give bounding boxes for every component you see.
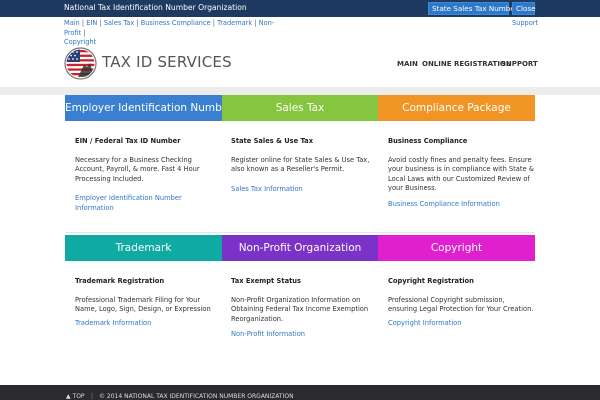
breadcrumb-main[interactable]: Main [64, 19, 80, 27]
breadcrumb-separator: | [99, 19, 102, 27]
section-body: Register online for State Sales & Use Ta… [231, 155, 370, 174]
business-compliance-information-link[interactable]: Business Compliance Information [388, 200, 500, 208]
arrow-up-icon: ▲ [66, 393, 71, 400]
breadcrumb-separator: | [212, 19, 216, 27]
section-tax-exempt: Tax Exempt Status Non-Profit Organizatio… [231, 277, 377, 340]
breadcrumb-business-compliance[interactable]: Business Compliance [141, 19, 211, 27]
section-body: Necessary for a Business Checking Accoun… [75, 155, 200, 183]
ein-information-link[interactable]: Employer Identification Number Informati… [75, 194, 182, 212]
tile-sales-tax[interactable]: Sales Tax [222, 95, 378, 121]
nav-online-registration[interactable]: ONLINE REGISTRATION [422, 60, 512, 68]
service-tiles-row: Employer Identification Number Sales Tax… [65, 95, 535, 121]
breadcrumb-separator: | [136, 19, 139, 27]
site-title: National Tax Identification Number Organ… [64, 3, 247, 12]
breadcrumb-trademark[interactable]: Trademark [217, 19, 252, 27]
section-heading: State Sales & Use Tax [231, 137, 314, 145]
breadcrumb: Main | EIN | Sales Tax | Business Compli… [64, 19, 284, 48]
non-profit-information-link[interactable]: Non-Profit Information [231, 330, 305, 338]
section-body: Professional Copyright submission, ensur… [388, 295, 534, 314]
sales-tax-information-link[interactable]: Sales Tax Information [231, 185, 303, 193]
nav-main[interactable]: MAIN [397, 60, 418, 68]
section-ein: EIN / Federal Tax ID Number Necessary fo… [75, 137, 221, 214]
breadcrumb-copyright[interactable]: Copyright [64, 38, 96, 46]
nav-support[interactable]: SUPPORT [501, 60, 538, 68]
header-divider [0, 87, 600, 95]
section-heading: Trademark Registration [75, 277, 165, 285]
tile-compliance-package[interactable]: Compliance Package [378, 95, 535, 121]
logo-text: TAX ID SERVICES [102, 53, 232, 71]
state-sales-tax-button[interactable]: State Sales Tax Number [428, 2, 518, 15]
service-tiles-row: Trademark Non-Profit Organization Copyri… [65, 235, 535, 261]
section-heading: Tax Exempt Status [231, 277, 302, 285]
footer: ▲ TOP | © 2014 NATIONAL TAX IDENTIFICATI… [0, 385, 600, 400]
section-heading: EIN / Federal Tax ID Number [75, 137, 181, 145]
site-logo[interactable]: TAX ID SERVICES [64, 47, 232, 80]
footer-copyright: © 2014 NATIONAL TAX IDENTIFICATION NUMBE… [99, 393, 294, 400]
tile-copyright[interactable]: Copyright [378, 235, 535, 261]
section-body: Avoid costly fines and penalty fees. Ens… [388, 155, 534, 193]
top-bar: National Tax Identification Number Organ… [0, 0, 600, 17]
tile-trademark[interactable]: Trademark [65, 235, 222, 261]
back-to-top-label: TOP [72, 393, 85, 400]
breadcrumb-separator: | [81, 19, 85, 27]
copyright-information-link[interactable]: Copyright Information [388, 319, 462, 327]
section-business-compliance: Business Compliance Avoid costly fines a… [388, 137, 534, 210]
support-link[interactable]: Support [512, 19, 538, 27]
section-body: Non-Profit Organization Information on O… [231, 295, 369, 323]
section-trademark: Trademark Registration Professional Trad… [75, 277, 221, 328]
section-body: Professional Trademark Filing for Your N… [75, 295, 211, 314]
section-heading: Copyright Registration [388, 277, 474, 285]
section-copyright: Copyright Registration Professional Copy… [388, 277, 534, 328]
footer-separator: | [91, 393, 94, 400]
section-heading: Business Compliance [388, 137, 468, 145]
row-divider [65, 232, 535, 233]
tile-employer-identification-number[interactable]: Employer Identification Number [65, 95, 233, 121]
section-sales-tax: State Sales & Use Tax Register online fo… [231, 137, 377, 194]
breadcrumb-sales-tax[interactable]: Sales Tax [104, 19, 135, 27]
breadcrumb-separator: | [254, 19, 257, 27]
back-to-top-link[interactable]: ▲ TOP [66, 393, 85, 400]
breadcrumb-ein[interactable]: EIN [86, 19, 97, 27]
tile-non-profit-organization[interactable]: Non-Profit Organization [222, 235, 378, 261]
breadcrumb-separator: | [83, 28, 86, 37]
close-button[interactable]: Close [512, 2, 536, 15]
us-flag-seal-icon [64, 47, 97, 80]
trademark-information-link[interactable]: Trademark Information [75, 319, 151, 327]
